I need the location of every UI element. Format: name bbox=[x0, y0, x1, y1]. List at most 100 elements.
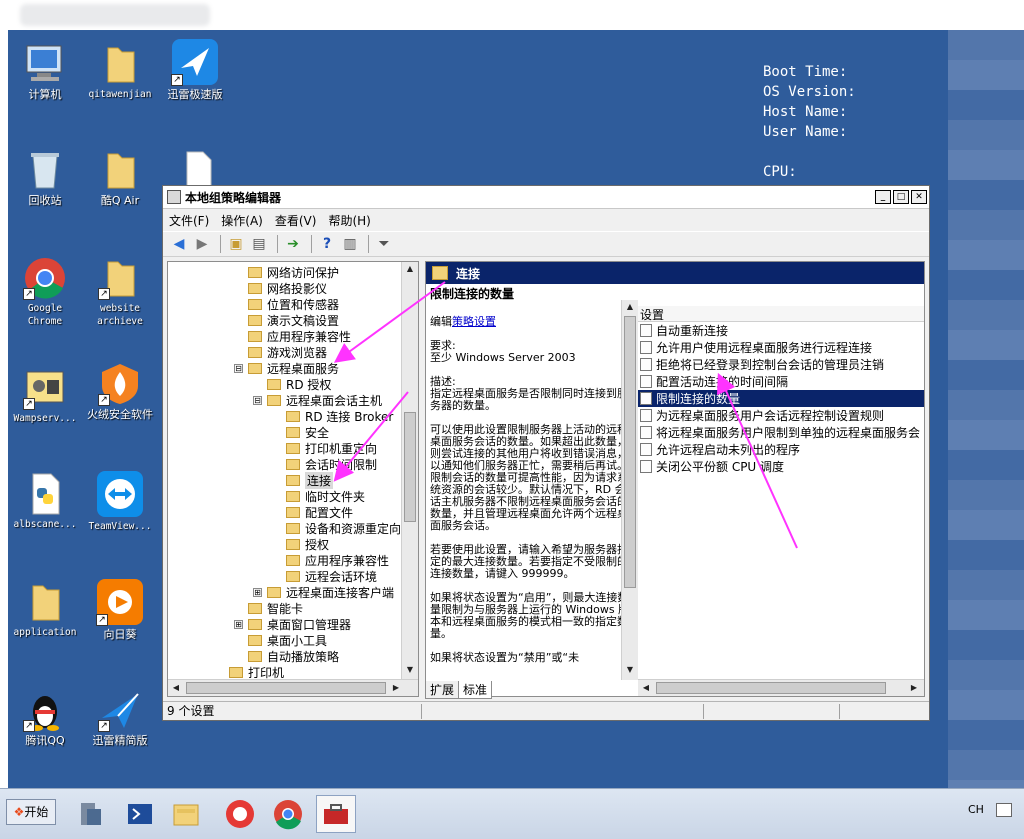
scroll-down-arrow-icon[interactable]: ▼ bbox=[624, 664, 636, 676]
taskbar-group-policy-editor[interactable] bbox=[316, 795, 356, 833]
setting-row[interactable]: 拒绝将已经登录到控制台会话的管理员注销 bbox=[638, 356, 924, 373]
tree-item[interactable]: 配置文件 bbox=[286, 504, 353, 520]
desktop-icon-huorong[interactable]: ↗ 火绒安全软件 bbox=[83, 362, 157, 421]
taskbar-chrome[interactable] bbox=[268, 795, 308, 833]
expand-icon[interactable]: ⊞ bbox=[253, 587, 262, 597]
tree-item[interactable]: 位置和传感器 bbox=[248, 296, 339, 312]
setting-row[interactable]: 将远程桌面服务用户限制到单独的远程桌面服务会 bbox=[638, 424, 924, 441]
collapse-icon[interactable]: ⊟ bbox=[253, 395, 262, 405]
desktop-icon-albscaner[interactable]: albscane... bbox=[8, 472, 82, 531]
menu-file[interactable]: 文件(F) bbox=[169, 212, 209, 229]
setting-row[interactable]: 关闭公平份额 CPU 调度 bbox=[638, 458, 924, 475]
tree-item[interactable]: RD 连接 Broker bbox=[286, 408, 393, 424]
show-hide-tree-icon[interactable]: ▤ bbox=[249, 234, 269, 254]
tree-item[interactable]: 应用程序兼容性 bbox=[248, 328, 351, 344]
menu-help[interactable]: 帮助(H) bbox=[328, 212, 370, 229]
setting-icon bbox=[640, 426, 652, 439]
tree-item[interactable]: 应用程序兼容性 bbox=[286, 552, 389, 568]
desktop-icon-kuq-air[interactable]: 酷Q Air bbox=[83, 148, 157, 207]
tray-language[interactable]: CH bbox=[968, 803, 984, 816]
tree-item[interactable]: 远程会话环境 bbox=[286, 568, 377, 584]
menu-action[interactable]: 操作(A) bbox=[221, 212, 263, 229]
scroll-up-arrow-icon[interactable]: ▲ bbox=[624, 301, 636, 313]
description-scrollbar[interactable]: ▲ ▼ bbox=[621, 300, 638, 680]
tree-item[interactable]: 临时文件夹 bbox=[286, 488, 365, 504]
scroll-right-arrow-icon[interactable]: ▶ bbox=[908, 682, 920, 694]
tree-item[interactable]: 游戏浏览器 bbox=[248, 344, 327, 360]
scroll-thumb[interactable] bbox=[656, 682, 886, 694]
expand-icon[interactable]: ⊞ bbox=[234, 619, 243, 629]
desktop-icon-qq[interactable]: ↗ 腾讯QQ bbox=[8, 688, 82, 747]
scroll-left-arrow-icon[interactable]: ◀ bbox=[170, 682, 182, 694]
scroll-right-arrow-icon[interactable]: ▶ bbox=[390, 682, 402, 694]
list-horizontal-scrollbar[interactable]: ◀ ▶ bbox=[638, 679, 924, 696]
tree-item[interactable]: 会话时间限制 bbox=[286, 456, 377, 472]
tree-vertical-scrollbar[interactable]: ▲ ▼ bbox=[401, 262, 418, 680]
collapse-icon[interactable]: ⊟ bbox=[234, 363, 243, 373]
setting-row[interactable]: 配置活动连接的时间间隔 bbox=[638, 373, 924, 390]
scroll-left-arrow-icon[interactable]: ◀ bbox=[640, 682, 652, 694]
desktop-icon-wampserver[interactable]: ↗ Wampserv... bbox=[8, 366, 82, 425]
desktop-icon-computer[interactable]: 计算机 bbox=[8, 42, 82, 101]
scroll-thumb[interactable] bbox=[624, 316, 636, 588]
setting-row-selected[interactable]: 限制连接的数量 bbox=[638, 390, 924, 407]
taskbar-app-red[interactable] bbox=[220, 795, 260, 833]
scroll-thumb[interactable] bbox=[186, 682, 386, 694]
setting-row[interactable]: 允许用户使用远程桌面服务进行远程连接 bbox=[638, 339, 924, 356]
tree-item[interactable]: ⊞ 桌面窗口管理器 bbox=[234, 616, 351, 632]
tree-item-remote-desktop-services[interactable]: ⊟ 远程桌面服务 bbox=[234, 360, 339, 376]
setting-row[interactable]: 自动重新连接 bbox=[638, 322, 924, 339]
column-header-setting[interactable]: 设置 bbox=[638, 306, 924, 322]
maximize-button[interactable]: □ bbox=[893, 190, 909, 204]
tree-item[interactable]: 安全 bbox=[286, 424, 329, 440]
scroll-thumb[interactable] bbox=[404, 412, 416, 522]
desktop-icon-xiangrikui[interactable]: ↗ 向日葵 bbox=[83, 578, 157, 641]
menu-view[interactable]: 查看(V) bbox=[275, 212, 317, 229]
keyboard-icon[interactable] bbox=[996, 803, 1012, 817]
tree-item[interactable]: 网络投影仪 bbox=[248, 280, 327, 296]
desktop-icon-teamviewer[interactable]: TeamView... bbox=[83, 470, 157, 533]
tree-item[interactable]: 自动播放策略 bbox=[248, 648, 339, 664]
taskbar-powershell[interactable] bbox=[120, 795, 160, 833]
tree-item[interactable]: 设备和资源重定向 bbox=[286, 520, 401, 536]
tab-standard[interactable]: 标准 bbox=[458, 681, 493, 699]
tree-item[interactable]: 演示文稿设置 bbox=[248, 312, 339, 328]
desktop-icon-xunlei[interactable]: ↗ 迅雷极速版 bbox=[158, 38, 232, 101]
desktop-icon-qitawenjian[interactable]: qitawenjian bbox=[83, 42, 157, 101]
policy-settings-link[interactable]: 策略设置 bbox=[452, 315, 496, 328]
tree-horizontal-scrollbar[interactable]: ◀ ▶ bbox=[168, 679, 418, 696]
tree-item[interactable]: 打印机重定向 bbox=[286, 440, 377, 456]
tree-item[interactable]: ⊞ 远程桌面连接客户端 bbox=[253, 584, 394, 600]
tree-item[interactable]: 网络访问保护 bbox=[248, 264, 339, 280]
tree-item[interactable]: 打印机 bbox=[229, 664, 284, 680]
tree-item[interactable]: 智能卡 bbox=[248, 600, 303, 616]
back-arrow-icon[interactable]: ◀ bbox=[169, 234, 189, 254]
desktop-icon-xunlei-lite[interactable]: ↗ 迅雷精简版 bbox=[83, 688, 157, 747]
tree-item-connections[interactable]: 连接 bbox=[286, 471, 334, 489]
desktop-icon-chrome[interactable]: ↗ Google Chrome bbox=[8, 256, 82, 328]
desktop-icon-recycle-bin[interactable]: 回收站 bbox=[8, 148, 82, 207]
tree-item[interactable]: RD 授权 bbox=[267, 376, 331, 392]
help-icon[interactable]: ? bbox=[317, 234, 337, 254]
scroll-up-arrow-icon[interactable]: ▲ bbox=[404, 263, 416, 275]
tree-item[interactable]: 授权 bbox=[286, 536, 329, 552]
setting-row[interactable]: 为远程桌面服务用户会话远程控制设置规则 bbox=[638, 407, 924, 424]
title-bar[interactable]: 本地组策略编辑器 _ □ ✕ bbox=[163, 186, 929, 209]
filter-icon[interactable]: ⏷ bbox=[374, 234, 394, 254]
scroll-down-arrow-icon[interactable]: ▼ bbox=[404, 664, 416, 676]
taskbar-explorer[interactable] bbox=[166, 795, 206, 833]
desktop-icon-website-archieve[interactable]: ↗ website archieve bbox=[83, 256, 157, 328]
desktop-icon-application[interactable]: application bbox=[8, 580, 82, 639]
properties-icon[interactable]: ▥ bbox=[340, 234, 360, 254]
export-list-icon[interactable]: ➔ bbox=[283, 234, 303, 254]
close-button[interactable]: ✕ bbox=[911, 190, 927, 204]
tab-extended[interactable]: 扩展 bbox=[425, 681, 460, 699]
up-folder-icon[interactable]: ▣ bbox=[226, 234, 246, 254]
taskbar-server-manager[interactable] bbox=[70, 795, 110, 833]
setting-row[interactable]: 允许远程启动未列出的程序 bbox=[638, 441, 924, 458]
tree-item[interactable]: 桌面小工具 bbox=[248, 632, 327, 648]
minimize-button[interactable]: _ bbox=[875, 190, 891, 204]
forward-arrow-icon[interactable]: ▶ bbox=[192, 234, 212, 254]
start-button[interactable]: ❖开始 bbox=[6, 799, 56, 825]
tree-item-rd-session-host[interactable]: ⊟ 远程桌面会话主机 bbox=[253, 392, 382, 408]
